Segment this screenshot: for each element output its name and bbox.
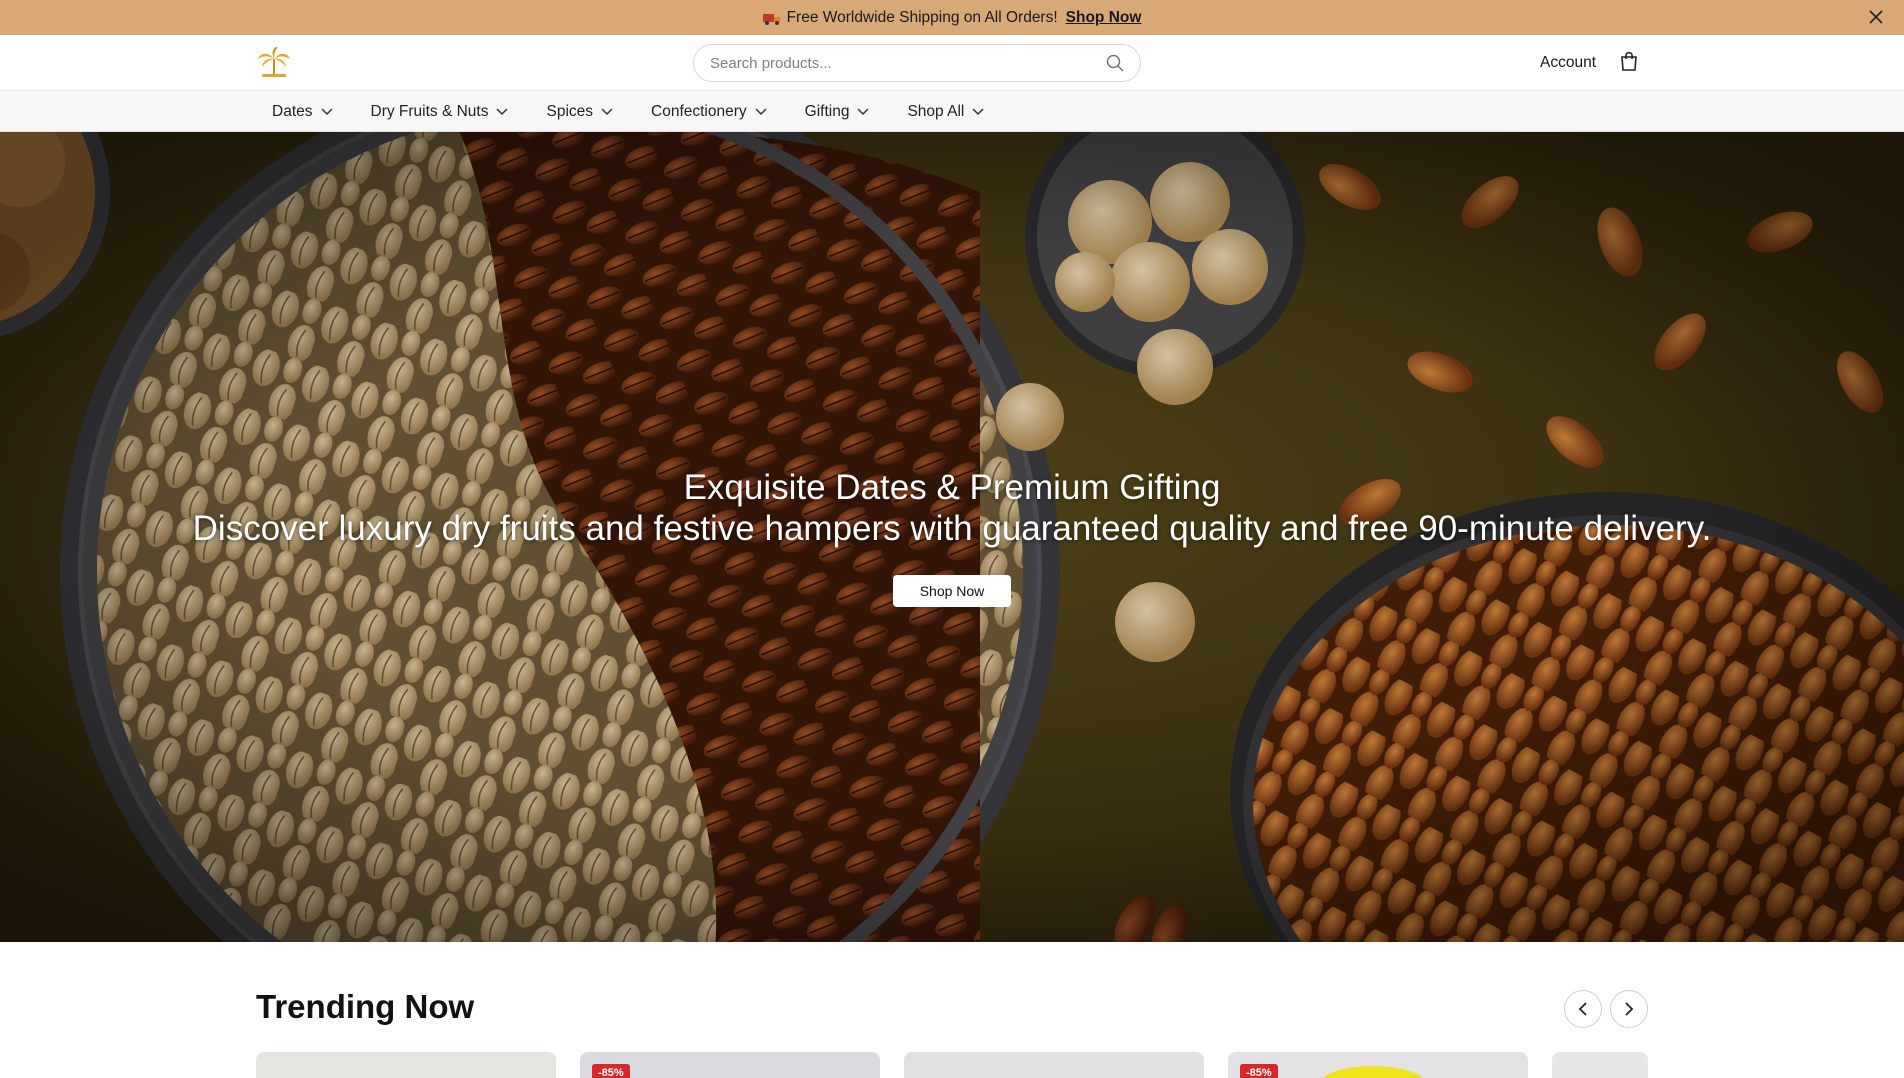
logo-palm-icon[interactable] bbox=[256, 45, 292, 79]
chevron-right-icon bbox=[1625, 1002, 1634, 1016]
discount-badge: -85% bbox=[1240, 1064, 1278, 1078]
nav-item-dates[interactable]: Dates bbox=[272, 103, 333, 121]
product-card[interactable]: -85% bbox=[1228, 1052, 1528, 1078]
trending-title: Trending Now bbox=[256, 988, 475, 1025]
carousel-next-button[interactable] bbox=[1610, 990, 1648, 1028]
product-card[interactable] bbox=[1552, 1052, 1648, 1078]
nav-item-confectionery[interactable]: Confectionery bbox=[651, 103, 767, 121]
chevron-down-icon bbox=[972, 107, 984, 115]
chevron-left-icon bbox=[1578, 1002, 1587, 1016]
nav-item-label: Dates bbox=[272, 102, 313, 120]
hero-title: Exquisite Dates & Premium Gifting bbox=[683, 468, 1221, 507]
hero-subtitle: Discover luxury dry fruits and festive h… bbox=[192, 509, 1712, 548]
carousel-prev-button[interactable] bbox=[1564, 990, 1602, 1028]
product-card[interactable] bbox=[256, 1052, 556, 1078]
hero-banner: Exquisite Dates & Premium Gifting Discov… bbox=[0, 132, 1904, 942]
nav-item-dry-fruits-nuts[interactable]: Dry Fruits & Nuts bbox=[371, 103, 509, 121]
site-header: Account bbox=[0, 35, 1904, 91]
nav-item-label: Spices bbox=[546, 102, 594, 120]
product-card[interactable] bbox=[904, 1052, 1204, 1078]
nav-item-label: Dry Fruits & Nuts bbox=[370, 102, 489, 120]
search-bar bbox=[693, 44, 1141, 82]
product-image bbox=[1318, 1066, 1428, 1078]
nav-item-gifting[interactable]: Gifting bbox=[805, 103, 870, 121]
search-input[interactable] bbox=[710, 54, 1106, 72]
search-icon[interactable] bbox=[1106, 54, 1124, 72]
product-card[interactable]: -85% bbox=[580, 1052, 880, 1078]
chevron-down-icon bbox=[857, 107, 869, 115]
hero-content: Exquisite Dates & Premium Gifting Discov… bbox=[0, 467, 1904, 607]
chevron-down-icon bbox=[320, 107, 333, 115]
nav-item-spices[interactable]: Spices bbox=[546, 103, 613, 121]
discount-badge: -85% bbox=[592, 1064, 630, 1078]
nav-item-label: Confectionery bbox=[651, 102, 747, 120]
announcement-bar: Free Worldwide Shipping on All Orders! S… bbox=[0, 0, 1904, 35]
chevron-down-icon bbox=[496, 107, 509, 115]
account-link[interactable]: Account bbox=[1540, 54, 1596, 72]
nav-item-shop-all[interactable]: Shop All bbox=[907, 103, 984, 121]
nav-item-label: Gifting bbox=[804, 102, 850, 120]
cart-icon[interactable] bbox=[1620, 51, 1638, 71]
truck-icon bbox=[762, 14, 780, 25]
announcement-text: Free Worldwide Shipping on All Orders! bbox=[786, 8, 1058, 26]
chevron-down-icon bbox=[601, 107, 613, 115]
hero-shop-now-button[interactable]: Shop Now bbox=[892, 575, 1012, 607]
main-navigation: Dates Dry Fruits & Nuts Spices Confectio… bbox=[0, 91, 1904, 132]
nav-item-label: Shop All bbox=[907, 102, 965, 120]
close-icon[interactable] bbox=[1868, 9, 1884, 25]
announcement-shop-now-link[interactable]: Shop Now bbox=[1066, 9, 1142, 27]
chevron-down-icon bbox=[755, 107, 767, 115]
